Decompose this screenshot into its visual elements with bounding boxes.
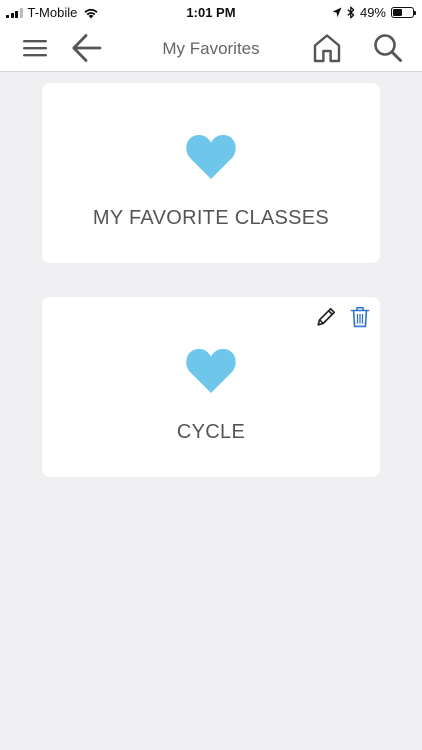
edit-button[interactable]: [313, 304, 339, 330]
search-button[interactable]: [370, 30, 406, 66]
status-bar: T-Mobile 1:01 PM 49%: [0, 0, 422, 26]
heart-icon: [186, 134, 236, 179]
favorite-card-label: CYCLE: [176, 421, 246, 443]
battery-fill: [393, 9, 403, 16]
status-right: 49%: [332, 5, 416, 20]
delete-button[interactable]: [347, 304, 373, 330]
favorite-card-my-favorite-classes[interactable]: MY FAVORITE CLASSES: [42, 83, 380, 263]
heart-icon: [186, 348, 236, 393]
favorite-card-cycle[interactable]: CYCLE: [42, 297, 380, 477]
favorite-card-label: MY FAVORITE CLASSES: [92, 207, 330, 229]
location-arrow-icon: [332, 7, 342, 18]
search-icon: [374, 34, 402, 62]
home-icon: [313, 34, 341, 63]
home-button[interactable]: [309, 30, 345, 66]
battery-icon: [391, 7, 416, 18]
battery-percent: 49%: [359, 5, 386, 20]
trash-icon: [350, 307, 370, 328]
pencil-icon: [317, 307, 336, 326]
nav-bar: My Favorites: [0, 26, 422, 72]
page-title: My Favorites: [162, 39, 260, 58]
bluetooth-icon: [347, 6, 355, 19]
